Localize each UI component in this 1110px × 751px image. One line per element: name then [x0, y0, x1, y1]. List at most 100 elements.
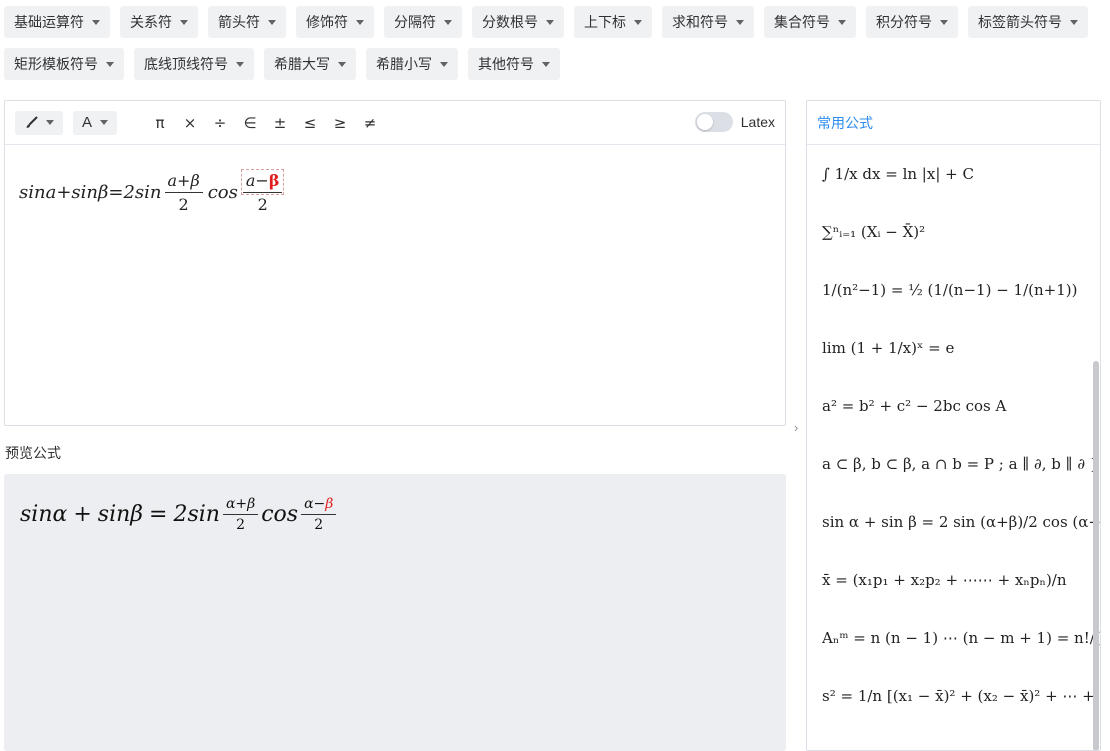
fraction-denominator: 2 — [257, 195, 268, 214]
chevron-down-icon — [356, 19, 364, 25]
chevron-down-icon — [338, 61, 346, 67]
preview-highlight-symbol: β — [325, 496, 334, 512]
preview-fraction: α+β 2 — [222, 496, 259, 533]
category-label: 基础运算符 — [14, 14, 84, 30]
chevron-down-icon — [106, 61, 114, 67]
fraction-numerator: a+β — [164, 171, 203, 193]
category-dropdown-button[interactable]: 底线顶线符号 — [134, 48, 254, 80]
symbol-category-bar: 基础运算符 关系符 箭头符 修饰符 分隔符 分数根号 上下标 求和符号 集合符号 积分符号 标签箭头… — [4, 6, 1104, 90]
category-row-1: 基础运算符 关系符 箭头符 修饰符 分隔符 分数根号 上下标 求和符号 集合符号 积分符号 标签箭头… — [4, 6, 1104, 38]
fraction[interactable]: a+β 2 — [164, 171, 203, 214]
formula-item[interactable]: s² = 1/n [(x₁ − x̄)² + (x₂ − x̄)² + ⋯ + — [822, 667, 1100, 725]
chevron-right-icon[interactable]: › — [794, 420, 798, 435]
category-dropdown-button[interactable]: 其他符号 — [468, 48, 560, 80]
font-dropdown[interactable]: A — [73, 110, 118, 135]
formula-item[interactable]: sin α + sin β = 2 sin (α+β)/2 cos (α−β)/… — [822, 493, 1100, 551]
symbol-button[interactable]: ≥ — [325, 114, 355, 132]
preview-fraction: α−β 2 — [301, 496, 337, 533]
formula-text: sina+sinβ=2sin — [19, 182, 162, 203]
formula-item[interactable]: ∑ⁿᵢ₌₁ (Xᵢ − X̄)² — [822, 203, 1100, 261]
category-dropdown-button[interactable]: 修饰符 — [296, 6, 374, 38]
chevron-down-icon — [46, 120, 54, 125]
chevron-down-icon — [236, 61, 244, 67]
formula-input-area[interactable]: sina+sinβ=2sin a+β 2 cos a−β 2 — [19, 169, 285, 214]
category-label: 求和符号 — [672, 14, 728, 30]
formula-list: ∫ 1/x dx = ln |x| + C ∑ⁿᵢ₌₁ (Xᵢ − X̄)² 1/(… — [807, 145, 1100, 725]
chevron-down-icon — [634, 19, 642, 25]
latex-switch[interactable] — [694, 112, 733, 132]
preview-denominator: 2 — [236, 517, 246, 533]
category-dropdown-button[interactable]: 希腊大写 — [264, 48, 356, 80]
category-label: 上下标 — [584, 14, 626, 30]
formula-item[interactable]: a ⊂ β, b ⊂ β, a ∩ b = P ; a ∥ ∂, b ∥ ∂ }… — [822, 435, 1100, 493]
category-dropdown-button[interactable]: 分隔符 — [384, 6, 462, 38]
category-dropdown-button[interactable]: 希腊小写 — [366, 48, 458, 80]
preview-panel: sinα + sinβ = 2sin α+β 2 cos α−β 2 — [4, 474, 786, 751]
category-label: 底线顶线符号 — [144, 56, 228, 72]
category-dropdown-button[interactable]: 矩形模板符号 — [4, 48, 124, 80]
formula-item[interactable]: x̄ = (x₁p₁ + x₂p₂ + ⋯⋯ + xₙpₙ)/n — [822, 551, 1100, 609]
preview-text: sinα — [20, 502, 68, 527]
fraction-denominator: 2 — [178, 195, 189, 214]
symbol-button[interactable]: ± — [265, 114, 295, 132]
category-dropdown-button[interactable]: 积分符号 — [866, 6, 958, 38]
panel-title[interactable]: 常用公式 — [817, 113, 873, 133]
symbol-button[interactable]: π — [145, 114, 175, 132]
preview-numerator: α−β — [301, 496, 337, 515]
symbol-button[interactable]: ∈ — [235, 114, 265, 132]
category-dropdown-button[interactable]: 求和符号 — [662, 6, 754, 38]
preview-label: 预览公式 — [5, 445, 61, 461]
formula-item[interactable]: 1/(n²−1) = ½ (1/(n−1) − 1/(n+1)) — [822, 261, 1100, 319]
symbol-button[interactable]: × — [175, 114, 205, 132]
preview-text: cos — [261, 502, 299, 527]
category-label: 积分符号 — [876, 14, 932, 30]
common-formulas-panel: 常用公式 ∫ 1/x dx = ln |x| + C ∑ⁿᵢ₌₁ (Xᵢ − X̄… — [806, 100, 1101, 751]
symbol-button[interactable]: ≠ — [355, 114, 385, 132]
formula-item[interactable]: Aₙᵐ = n (n − 1) ⋯ (n − m + 1) = n!/(n−m)… — [822, 609, 1100, 667]
category-label: 希腊大写 — [274, 56, 330, 72]
preview-formula: sinα + sinβ = 2sin α+β 2 cos α−β 2 — [20, 496, 339, 533]
category-dropdown-button[interactable]: 箭头符 — [208, 6, 286, 38]
preview-numerator: α+β — [222, 496, 259, 515]
symbol-button[interactable]: ≤ — [295, 114, 325, 132]
font-icon: A — [82, 114, 93, 131]
chevron-down-icon — [444, 19, 452, 25]
chevron-down-icon — [940, 19, 948, 25]
selected-symbol: β — [268, 171, 280, 190]
latex-label: Latex — [740, 114, 775, 130]
preview-operator: = — [149, 502, 168, 527]
preview-denominator: 2 — [314, 517, 324, 533]
formula-item[interactable]: lim (1 + 1/x)ˣ = e — [822, 319, 1100, 377]
category-label: 修饰符 — [306, 14, 348, 30]
chevron-down-icon — [268, 19, 276, 25]
category-dropdown-button[interactable]: 标签箭头符号 — [968, 6, 1088, 38]
chevron-down-icon — [440, 61, 448, 67]
category-dropdown-button[interactable]: 基础运算符 — [4, 6, 110, 38]
category-dropdown-button[interactable]: 上下标 — [574, 6, 652, 38]
category-dropdown-button[interactable]: 关系符 — [120, 6, 198, 38]
quick-symbols: π × ÷ ∈ ± ≤ ≥ ≠ — [145, 114, 385, 132]
formula-editor: A π × ÷ ∈ ± ≤ ≥ ≠ Latex sina+sinβ=2sin a+β 2 co… — [4, 100, 786, 426]
panel-header: 常用公式 — [807, 101, 1100, 145]
scrollbar[interactable] — [1093, 361, 1099, 750]
formula-item[interactable]: a² = b² + c² − 2bc cos A — [822, 377, 1100, 435]
chevron-down-icon — [838, 19, 846, 25]
switch-knob — [696, 114, 713, 130]
formula-item[interactable]: ∫ 1/x dx = ln |x| + C — [822, 145, 1100, 203]
latex-toggle-group: Latex — [694, 112, 775, 132]
chevron-down-icon — [736, 19, 744, 25]
chevron-down-icon — [100, 120, 109, 125]
fraction-active[interactable]: a−β 2 — [240, 169, 285, 214]
category-label: 矩形模板符号 — [14, 56, 98, 72]
preview-text: 2sin — [173, 502, 220, 527]
preview-operator: + — [73, 502, 92, 527]
brush-dropdown[interactable] — [15, 110, 63, 135]
numerator-text: a− — [245, 171, 269, 190]
symbol-button[interactable]: ÷ — [205, 114, 235, 132]
category-label: 关系符 — [130, 14, 172, 30]
category-dropdown-button[interactable]: 集合符号 — [764, 6, 856, 38]
category-label: 希腊小写 — [376, 56, 432, 72]
chevron-down-icon — [92, 19, 100, 25]
category-dropdown-button[interactable]: 分数根号 — [472, 6, 564, 38]
fraction-numerator-selected[interactable]: a−β — [240, 169, 285, 195]
